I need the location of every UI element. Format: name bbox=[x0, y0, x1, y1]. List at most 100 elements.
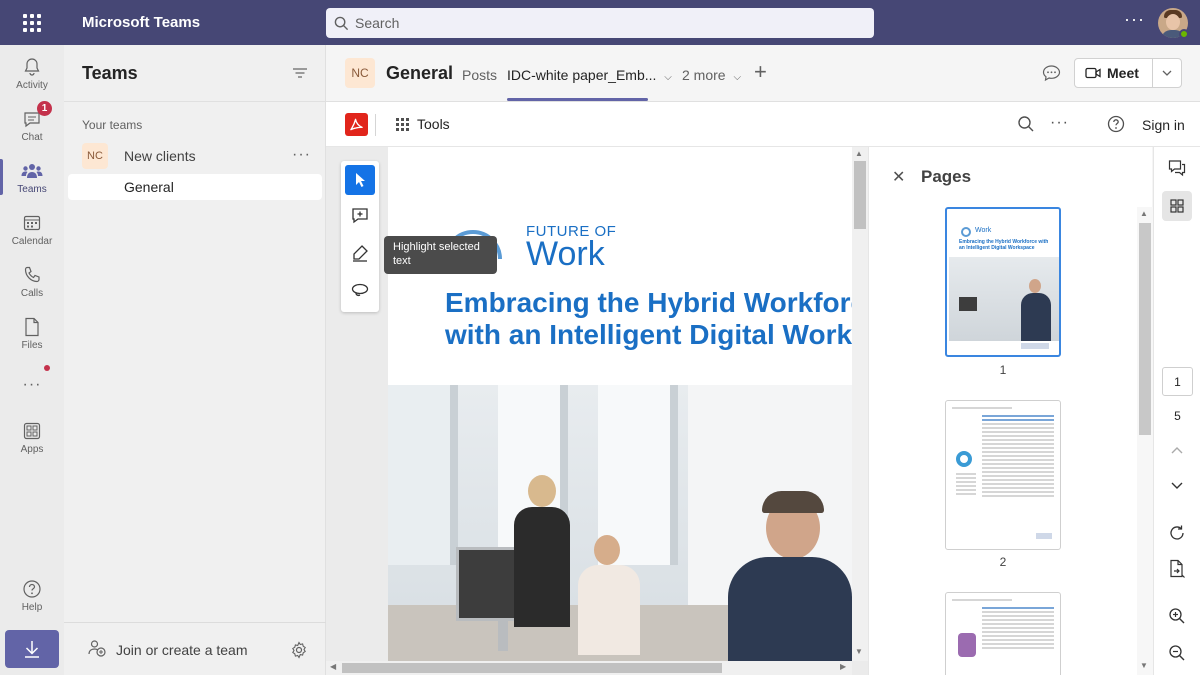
teams-list-panel: Teams Your teams NC New clients ··· Gene… bbox=[64, 45, 326, 675]
extract-pages-button[interactable] bbox=[1162, 554, 1192, 584]
page-thumbnail-1[interactable]: Work Embracing the Hybrid Workforce with… bbox=[945, 207, 1061, 357]
teams-icon bbox=[21, 160, 43, 182]
team-item-new-clients[interactable]: NC New clients ··· bbox=[82, 142, 312, 170]
horizontal-scrollbar[interactable]: ◀ ▶ bbox=[326, 661, 852, 675]
meet-label: Meet bbox=[1107, 65, 1139, 81]
rail-item-calls[interactable]: Calls bbox=[0, 255, 64, 307]
rail-item-teams[interactable]: Teams bbox=[0, 151, 64, 203]
rail-label: Teams bbox=[17, 183, 47, 195]
zoom-out-icon bbox=[1169, 645, 1185, 661]
comments-button[interactable] bbox=[1162, 153, 1192, 183]
select-tool-button[interactable] bbox=[345, 165, 375, 195]
rail-label: Activity bbox=[16, 79, 48, 91]
panel-title: Teams bbox=[64, 45, 325, 102]
scrollbar-thumb[interactable] bbox=[342, 663, 722, 673]
close-icon[interactable]: ✕ bbox=[892, 167, 905, 187]
zoom-in-icon bbox=[1169, 608, 1185, 624]
tab-idc-white-paper[interactable]: IDC-white paper_Emb... ⌵ bbox=[507, 67, 672, 83]
lasso-icon bbox=[351, 283, 369, 297]
scroll-down-arrow-icon[interactable]: ▼ bbox=[855, 647, 863, 656]
phone-icon bbox=[21, 264, 43, 286]
calendar-icon bbox=[21, 212, 43, 234]
rail-item-apps[interactable]: Apps bbox=[0, 411, 64, 463]
conversation-icon[interactable] bbox=[1042, 64, 1061, 85]
filter-icon[interactable] bbox=[292, 66, 308, 83]
tools-button[interactable]: Tools bbox=[396, 116, 450, 132]
apps-icon bbox=[21, 420, 43, 442]
rail-label: Calls bbox=[20, 287, 44, 299]
quick-tools-bar bbox=[341, 161, 379, 312]
rail-item-help[interactable]: Help bbox=[0, 569, 64, 621]
gear-icon[interactable] bbox=[290, 641, 308, 662]
presence-available-icon bbox=[1179, 29, 1189, 39]
pdf-page: FUTURE OF Work Embracing the Hybrid Work… bbox=[388, 147, 852, 661]
tab-more[interactable]: 2 more ⌵ bbox=[682, 67, 741, 83]
meet-button[interactable]: Meet bbox=[1074, 58, 1182, 88]
tools-label: Tools bbox=[417, 116, 450, 132]
draw-tool-button[interactable] bbox=[345, 275, 375, 305]
next-page-button[interactable] bbox=[1162, 471, 1192, 501]
scroll-right-arrow-icon[interactable]: ▶ bbox=[840, 662, 846, 671]
highlight-tool-button[interactable] bbox=[345, 238, 375, 268]
add-tab-button[interactable]: + bbox=[754, 59, 767, 85]
comments-icon bbox=[1168, 160, 1186, 177]
thumbnails-grid-icon bbox=[1170, 199, 1184, 213]
channel-item-general[interactable]: General bbox=[68, 174, 322, 200]
zoom-out-button[interactable] bbox=[1162, 638, 1192, 668]
page-thumbnail-2[interactable] bbox=[945, 400, 1061, 550]
meet-now-button[interactable]: Meet bbox=[1075, 65, 1152, 81]
document-viewer[interactable]: FUTURE OF Work Embracing the Hybrid Work… bbox=[326, 147, 868, 675]
previous-page-button[interactable] bbox=[1162, 435, 1192, 465]
cursor-icon bbox=[356, 173, 365, 187]
brand-title: Work bbox=[526, 235, 605, 273]
tab-posts[interactable]: Posts bbox=[462, 67, 497, 83]
settings-more-button[interactable]: ··· bbox=[1124, 10, 1145, 28]
rail-item-files[interactable]: Files bbox=[0, 307, 64, 359]
file-icon bbox=[21, 316, 43, 338]
chevron-down-icon bbox=[1171, 482, 1183, 489]
page-thumbnails-button[interactable] bbox=[1162, 191, 1192, 221]
rail-item-chat[interactable]: Chat 1 bbox=[0, 99, 64, 151]
rail-label: Calendar bbox=[11, 235, 53, 247]
rotate-button[interactable] bbox=[1162, 518, 1192, 548]
current-page-input[interactable]: 1 bbox=[1162, 367, 1193, 396]
chevron-down-icon bbox=[1162, 70, 1172, 76]
download-app-button[interactable] bbox=[5, 630, 59, 668]
app-launcher-button[interactable] bbox=[0, 0, 64, 45]
scroll-down-arrow-icon[interactable]: ▼ bbox=[1140, 661, 1148, 670]
download-icon bbox=[25, 641, 39, 658]
app-name: Microsoft Teams bbox=[82, 14, 201, 31]
rail-item-calendar[interactable]: Calendar bbox=[0, 203, 64, 255]
add-people-icon bbox=[88, 639, 106, 660]
rail-label: Files bbox=[21, 339, 43, 351]
rail-item-more-apps[interactable]: ··· bbox=[0, 359, 64, 411]
meet-options-dropdown[interactable] bbox=[1151, 58, 1181, 88]
rail-label: Chat bbox=[21, 131, 43, 143]
team-more-button[interactable]: ··· bbox=[292, 146, 311, 164]
scrollbar-thumb[interactable] bbox=[1139, 223, 1151, 435]
search-icon[interactable] bbox=[1017, 115, 1035, 136]
more-icon: ··· bbox=[22, 376, 42, 393]
chevron-down-icon: ⌵ bbox=[733, 72, 742, 83]
help-icon[interactable] bbox=[1107, 115, 1125, 136]
scroll-up-arrow-icon[interactable]: ▲ bbox=[855, 149, 863, 158]
sign-in-link[interactable]: Sign in bbox=[1142, 117, 1185, 133]
zoom-in-button[interactable] bbox=[1162, 601, 1192, 631]
more-options-button[interactable]: ··· bbox=[1050, 114, 1069, 132]
search-input[interactable]: Search bbox=[326, 8, 874, 38]
add-comment-button[interactable] bbox=[345, 201, 375, 231]
scrollbar-thumb[interactable] bbox=[854, 161, 866, 229]
scroll-left-arrow-icon[interactable]: ◀ bbox=[330, 662, 336, 671]
unread-badge: 1 bbox=[37, 101, 52, 116]
comment-add-icon bbox=[352, 208, 368, 224]
join-create-team-button[interactable]: Join or create a team bbox=[64, 622, 326, 675]
channel-title: General bbox=[386, 63, 454, 83]
rail-item-activity[interactable]: Activity bbox=[0, 47, 64, 99]
page-thumbnail-3[interactable] bbox=[945, 592, 1061, 675]
pages-scrollbar[interactable]: ▲ ▼ bbox=[1137, 207, 1153, 675]
vertical-scrollbar[interactable]: ▲ ▼ bbox=[852, 147, 868, 661]
office-photo bbox=[388, 385, 852, 661]
highlighter-icon bbox=[353, 245, 368, 262]
tooltip: Highlight selected text bbox=[384, 236, 497, 274]
scroll-up-arrow-icon[interactable]: ▲ bbox=[1140, 209, 1148, 218]
